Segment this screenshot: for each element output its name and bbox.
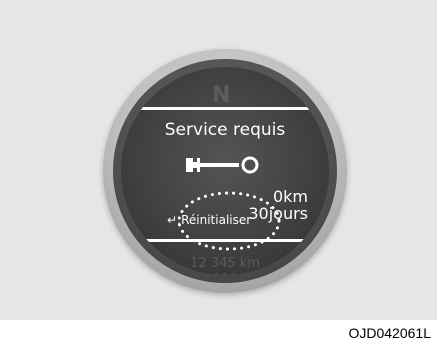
reset-label: ↵:Réinitialiser: [167, 213, 252, 227]
service-title: Service requis: [164, 120, 286, 140]
figure-code: OJD042061L: [348, 325, 431, 341]
top-divider: [131, 107, 319, 110]
ghost-gear-indicator: N: [212, 83, 231, 108]
bottom-divider: [131, 239, 319, 242]
ghost-odometer: 12 345 km: [190, 256, 260, 271]
instrument-gauge: N Service requis 0km 30jours ↵:Réinitial…: [103, 49, 347, 293]
gauge-screen: N Service requis 0km 30jours ↵:Réinitial…: [121, 67, 329, 275]
ghost-trip: 000: [121, 273, 329, 276]
wrench-icon: [186, 156, 259, 174]
